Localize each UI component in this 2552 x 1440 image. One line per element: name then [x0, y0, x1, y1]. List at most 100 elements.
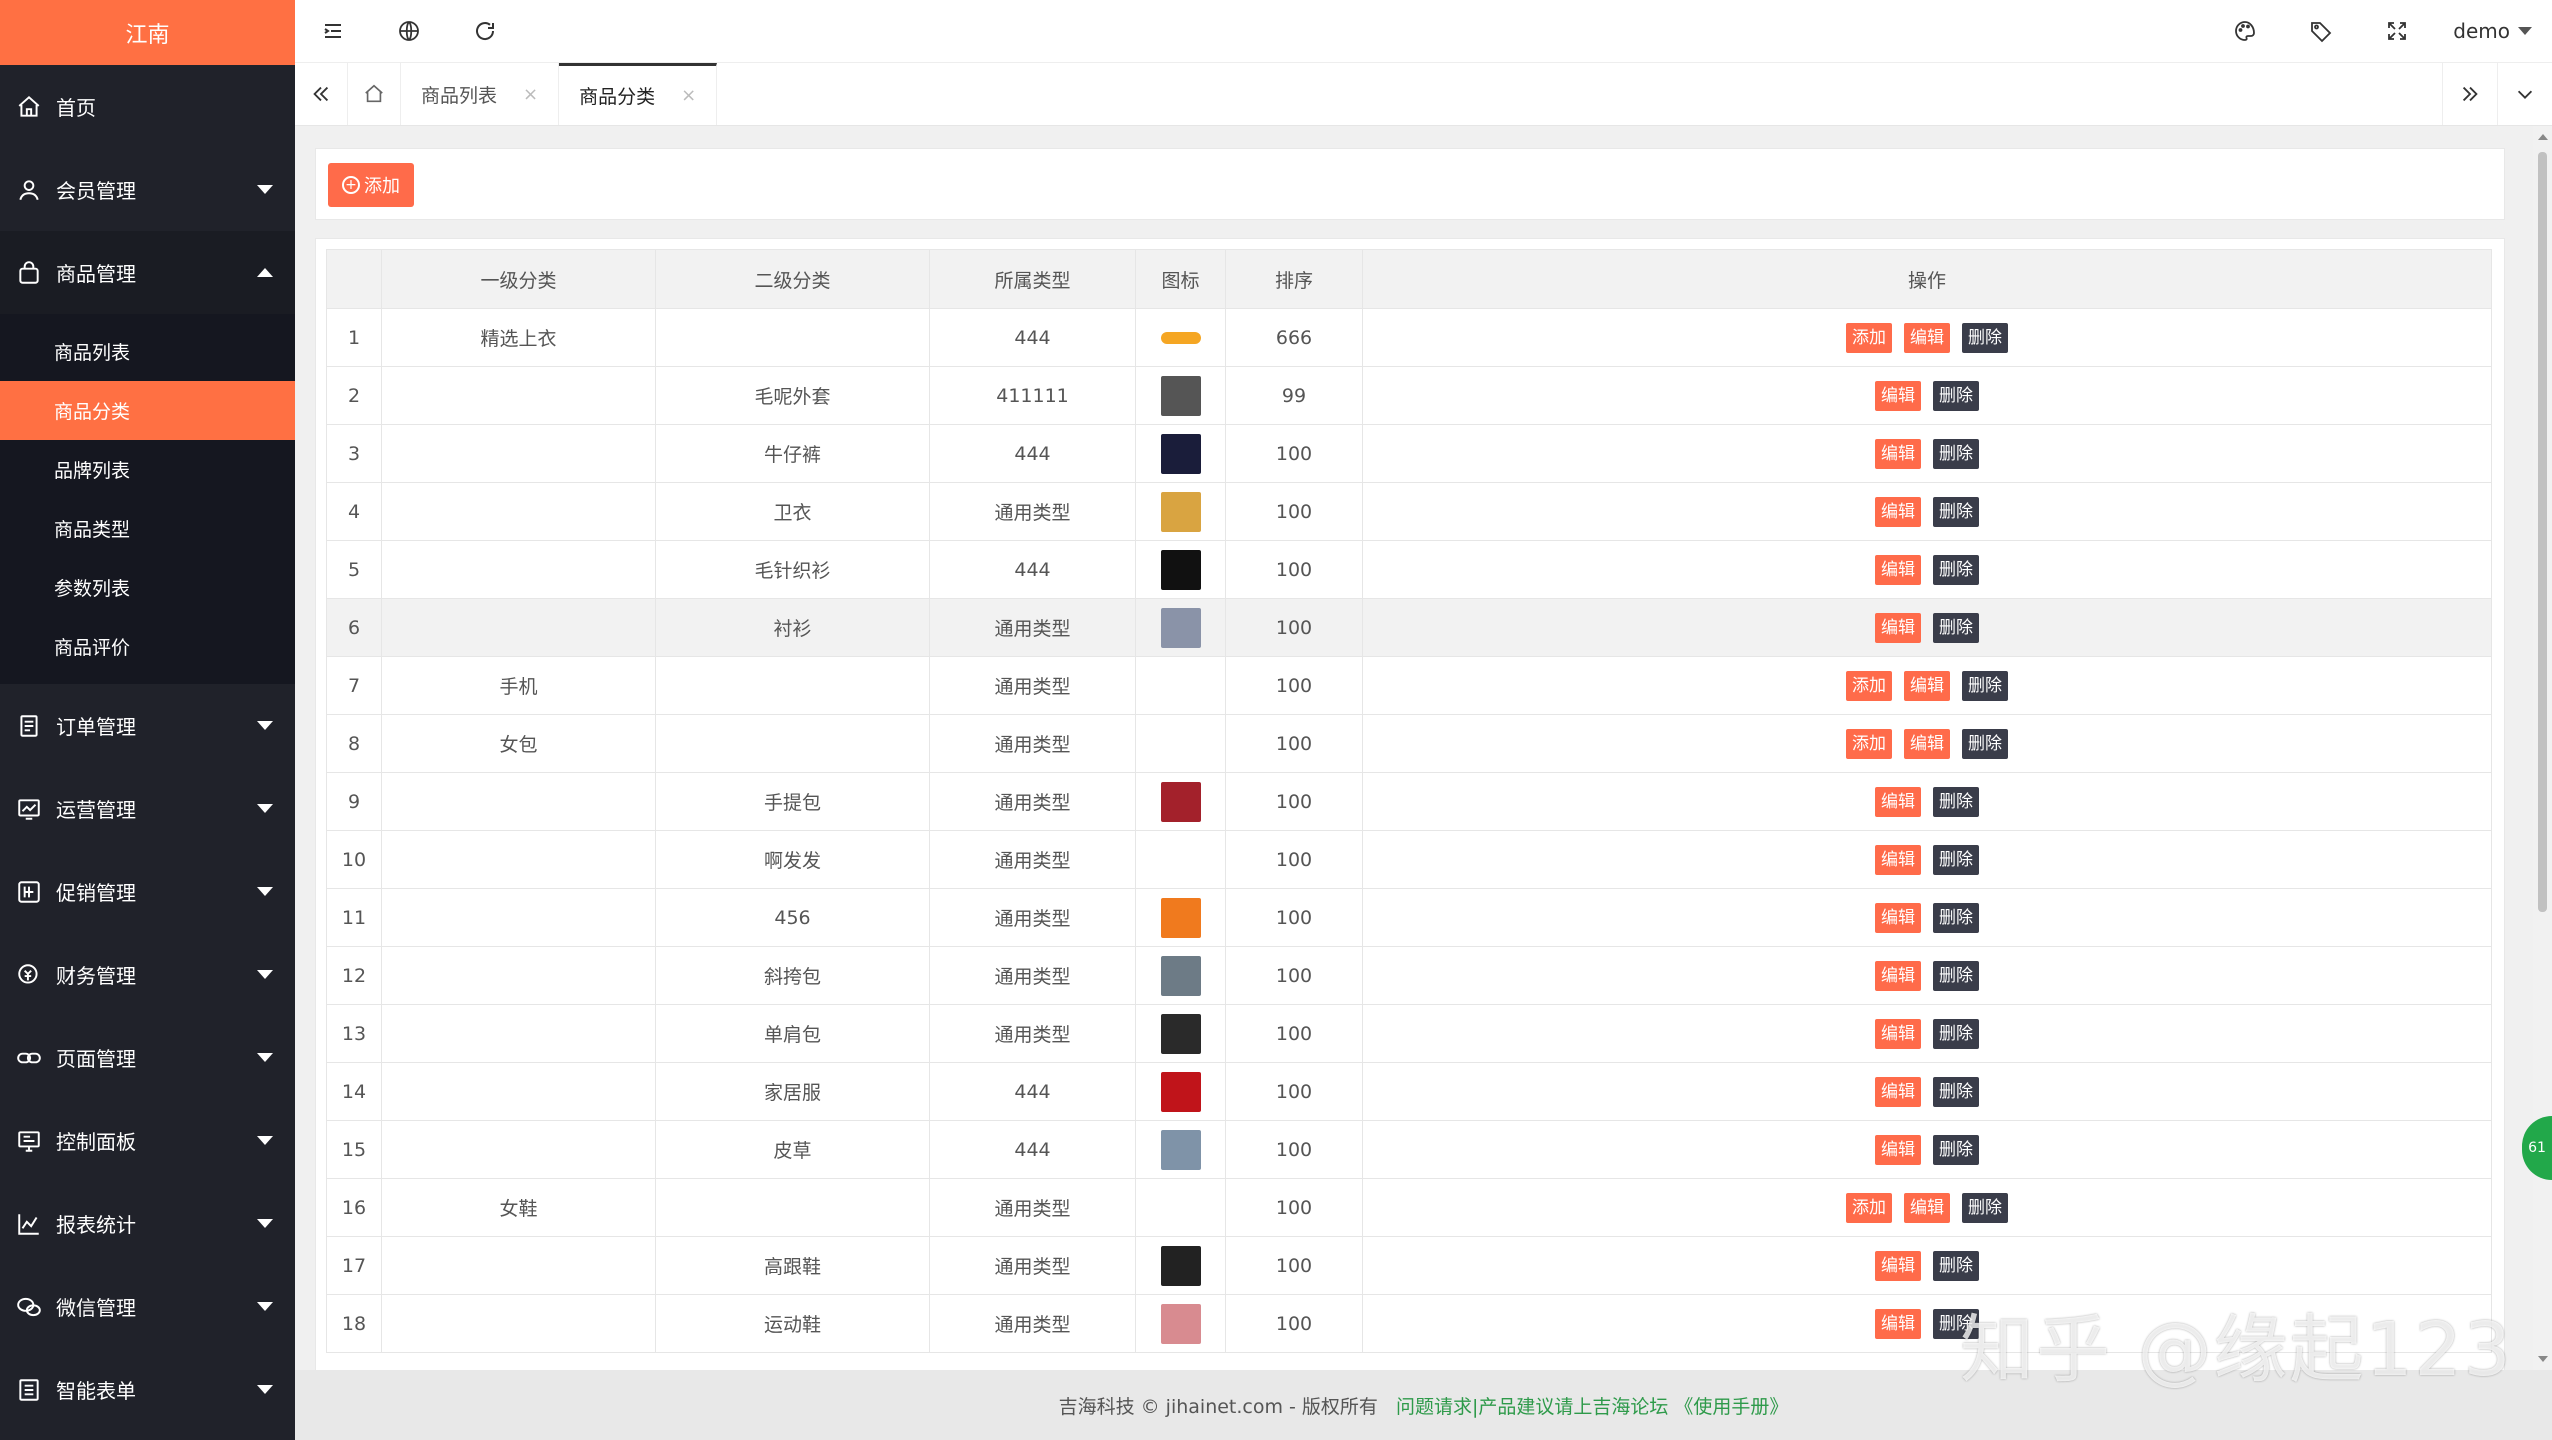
user-menu[interactable]: demo — [2435, 19, 2552, 43]
column-header[interactable]: 一级分类 — [381, 249, 656, 309]
fullscreen-button[interactable] — [2359, 0, 2435, 62]
scroll-thumb[interactable] — [2538, 152, 2547, 912]
level1-category-cell: 女包 — [381, 714, 656, 773]
edit-button[interactable]: 编辑 — [1875, 1076, 1921, 1107]
menu-toggle-button[interactable] — [295, 0, 371, 62]
sub-item-goods-review[interactable]: 商品评价 — [0, 617, 295, 676]
edit-button[interactable]: 编辑 — [1875, 554, 1921, 585]
edit-button[interactable]: 编辑 — [1875, 1134, 1921, 1165]
nav-form[interactable]: 智能表单 — [0, 1348, 295, 1431]
edit-button[interactable]: 编辑 — [1875, 902, 1921, 933]
actions-cell: 编辑 删除 — [1362, 830, 2492, 889]
edit-button[interactable]: 编辑 — [1875, 612, 1921, 643]
nav-label: 订单管理 — [56, 715, 136, 739]
sub-item-goods-type[interactable]: 商品类型 — [0, 499, 295, 558]
sort-cell: 100 — [1225, 1178, 1363, 1237]
sub-item-param-list[interactable]: 参数列表 — [0, 558, 295, 617]
nav-promo[interactable]: 促销管理 — [0, 850, 295, 933]
nav-home[interactable]: 首页 — [0, 65, 295, 148]
category-image — [1160, 1129, 1201, 1170]
goods-type-cell: 444 — [929, 308, 1136, 367]
nav-page[interactable]: 页面管理 — [0, 1016, 295, 1099]
sub-item-brand-list[interactable]: 品牌列表 — [0, 440, 295, 499]
refresh-button[interactable] — [447, 0, 523, 62]
sub-item-goods-list[interactable]: 商品列表 — [0, 322, 295, 381]
delete-button[interactable]: 删除 — [1933, 960, 1979, 991]
delete-button[interactable]: 删除 — [1933, 438, 1979, 469]
delete-button[interactable]: 删除 — [1933, 1250, 1979, 1281]
nav-wechat[interactable]: 微信管理 — [0, 1265, 295, 1348]
footer-links[interactable]: 问题请求|产品建议请上吉海论坛 《使用手册》 — [1396, 1392, 1788, 1419]
nav-member[interactable]: 会员管理 — [0, 148, 295, 231]
icon-cell — [1135, 424, 1226, 483]
scroll-up-icon[interactable] — [2538, 134, 2548, 140]
delete-button[interactable]: 删除 — [1933, 612, 1979, 643]
nav-goods[interactable]: 商品管理 — [0, 231, 295, 314]
delete-button[interactable]: 删除 — [1962, 728, 2008, 759]
nav-label: 运营管理 — [56, 798, 136, 822]
edit-button[interactable]: 编辑 — [1904, 670, 1950, 701]
nav-finance[interactable]: 财务管理 — [0, 933, 295, 1016]
delete-button[interactable]: 删除 — [1933, 554, 1979, 585]
edit-button[interactable]: 编辑 — [1904, 1192, 1950, 1223]
column-header[interactable]: 二级分类 — [655, 249, 930, 309]
nav-dashboard[interactable]: 控制面板 — [0, 1099, 295, 1182]
delete-button[interactable]: 删除 — [1933, 786, 1979, 817]
column-header[interactable]: 图标 — [1135, 249, 1226, 309]
sort-cell: 100 — [1225, 540, 1363, 599]
brand-logo[interactable]: 江南 — [0, 0, 295, 65]
row-actions: 编辑 删除 — [1875, 496, 1979, 527]
tab-home[interactable] — [348, 63, 401, 125]
column-header[interactable]: 所属类型 — [929, 249, 1136, 309]
edit-button[interactable]: 编辑 — [1875, 786, 1921, 817]
add-category-button[interactable]: + 添加 — [328, 163, 414, 207]
tabs-scroll-left-button[interactable] — [295, 63, 348, 125]
website-button[interactable] — [371, 0, 447, 62]
scrollbar[interactable] — [2533, 126, 2552, 1370]
delete-button[interactable]: 删除 — [1933, 1018, 1979, 1049]
delete-button[interactable]: 删除 — [1962, 670, 2008, 701]
delete-button[interactable]: 删除 — [1933, 844, 1979, 875]
tabs-scroll-right-button[interactable] — [2442, 63, 2497, 125]
delete-button[interactable]: 删除 — [1933, 1076, 1979, 1107]
tabs-menu-button[interactable] — [2497, 63, 2552, 125]
nav-operation[interactable]: 运营管理 — [0, 767, 295, 850]
add-button[interactable]: 添加 — [1846, 670, 1892, 701]
tab-goods-list[interactable]: 商品列表 × — [401, 63, 560, 125]
edit-button[interactable]: 编辑 — [1875, 1018, 1921, 1049]
goods-type-cell: 444 — [929, 424, 1136, 483]
sub-item-goods-category[interactable]: 商品分类 — [0, 381, 295, 440]
edit-button[interactable]: 编辑 — [1875, 438, 1921, 469]
edit-button[interactable]: 编辑 — [1875, 496, 1921, 527]
edit-button[interactable]: 编辑 — [1875, 1250, 1921, 1281]
add-button[interactable]: 添加 — [1846, 322, 1892, 353]
delete-button[interactable]: 删除 — [1933, 902, 1979, 933]
nav-order[interactable]: 订单管理 — [0, 684, 295, 767]
edit-button[interactable]: 编辑 — [1875, 960, 1921, 991]
level1-category-cell — [381, 888, 656, 947]
edit-button[interactable]: 编辑 — [1875, 844, 1921, 875]
add-button[interactable]: 添加 — [1846, 1192, 1892, 1223]
edit-button[interactable]: 编辑 — [1875, 1308, 1921, 1339]
promo-icon — [16, 879, 42, 905]
close-icon[interactable]: × — [681, 85, 696, 106]
edit-button[interactable]: 编辑 — [1904, 322, 1950, 353]
delete-button[interactable]: 删除 — [1962, 322, 2008, 353]
scroll-down-icon[interactable] — [2538, 1356, 2548, 1362]
goods-type-cell: 通用类型 — [929, 830, 1136, 889]
edit-button[interactable]: 编辑 — [1875, 380, 1921, 411]
close-icon[interactable]: × — [523, 84, 538, 105]
tag-button[interactable] — [2283, 0, 2359, 62]
column-header[interactable]: 排序 — [1225, 249, 1363, 309]
tab-goods-category[interactable]: 商品分类 × — [559, 63, 718, 125]
nav-report[interactable]: 报表统计 — [0, 1182, 295, 1265]
level1-category-cell — [381, 772, 656, 831]
edit-button[interactable]: 编辑 — [1904, 728, 1950, 759]
delete-button[interactable]: 删除 — [1933, 1134, 1979, 1165]
delete-button[interactable]: 删除 — [1933, 496, 1979, 527]
delete-button[interactable]: 删除 — [1962, 1192, 2008, 1223]
delete-button[interactable]: 删除 — [1933, 380, 1979, 411]
level2-category-cell — [655, 308, 930, 367]
add-button[interactable]: 添加 — [1846, 728, 1892, 759]
theme-button[interactable] — [2207, 0, 2283, 62]
